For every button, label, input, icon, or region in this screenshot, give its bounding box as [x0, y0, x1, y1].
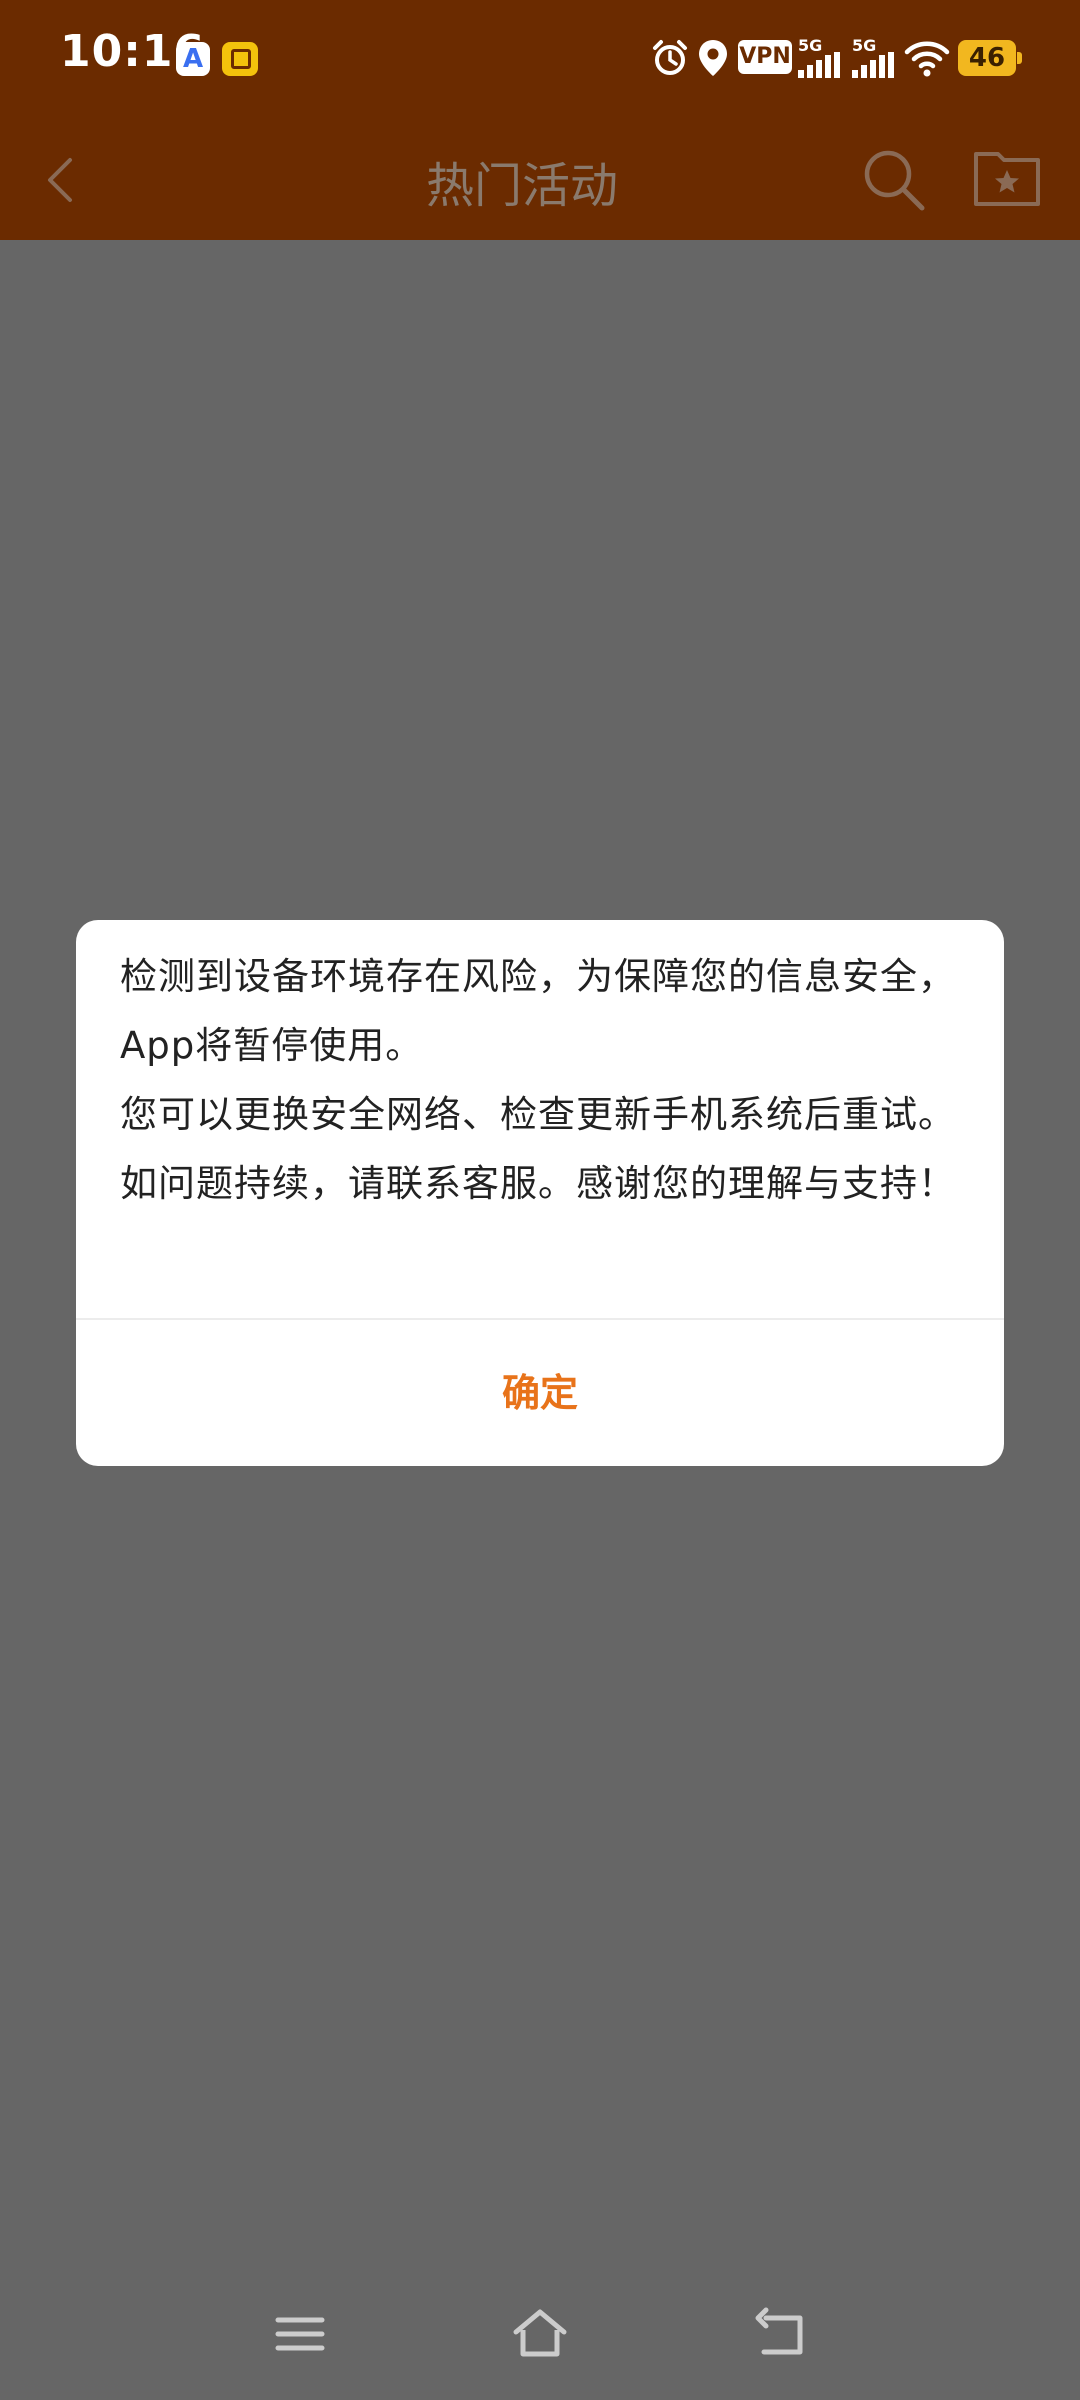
dialog-message-line-2: 您可以更换安全网络、检查更新手机系统后重试。如问题持续，请联系客服。感谢您的理解…	[120, 1093, 956, 1205]
search-icon[interactable]	[854, 140, 934, 220]
app-notification-icon-b	[222, 42, 258, 76]
home-icon[interactable]	[510, 2306, 570, 2362]
back-nav-icon[interactable]	[752, 2306, 812, 2362]
risk-alert-dialog: 检测到设备环境存在风险，为保障您的信息安全，App将暂停使用。 您可以更换安全网…	[76, 920, 1004, 1466]
confirm-button[interactable]: 确定	[76, 1320, 1004, 1466]
signal-icon	[798, 52, 840, 78]
dialog-message-line-1: 检测到设备环境存在风险，为保障您的信息安全，App将暂停使用。	[120, 955, 956, 1067]
status-bar: 10:16 A VPN 5G 5G 46	[0, 0, 1080, 118]
signal-icon	[852, 52, 894, 78]
wifi-icon	[904, 41, 950, 77]
app-notification-icon-a: A	[176, 42, 210, 76]
app-bar: 热门活动	[0, 118, 1080, 240]
location-icon	[699, 40, 727, 76]
battery-icon: 46	[958, 40, 1022, 76]
vpn-icon: VPN	[738, 40, 792, 74]
menu-icon[interactable]	[272, 2306, 328, 2362]
favorites-folder-icon[interactable]	[972, 140, 1044, 212]
alarm-icon	[653, 40, 687, 75]
dialog-message: 检测到设备环境存在风险，为保障您的信息安全，App将暂停使用。 您可以更换安全网…	[120, 942, 966, 1218]
navigation-bar	[0, 2272, 1080, 2400]
